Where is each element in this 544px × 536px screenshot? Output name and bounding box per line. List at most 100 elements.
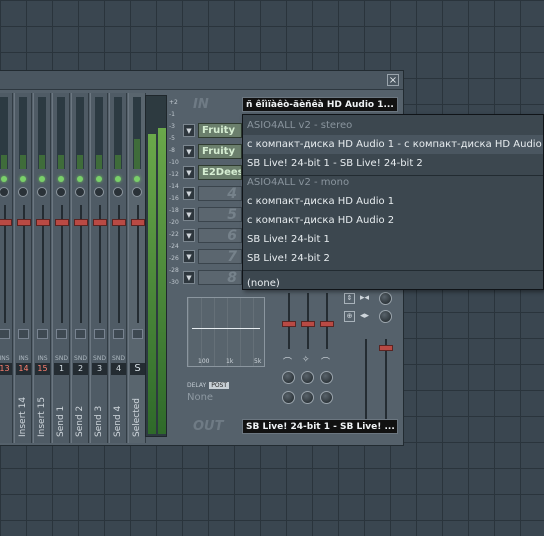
strip-enable-led[interactable] xyxy=(1,176,7,182)
strip-volume-fader[interactable] xyxy=(74,219,88,226)
fx-slot-menu-arrow-icon[interactable]: ▼ xyxy=(183,145,195,158)
mixer-titlebar[interactable]: × xyxy=(0,71,403,90)
save-disk-icon[interactable] xyxy=(37,329,48,339)
strip-volume-fader[interactable] xyxy=(112,219,126,226)
fx-slot-name[interactable]: 7 xyxy=(198,249,242,264)
close-button[interactable]: × xyxy=(387,74,399,86)
eq-band1-bw-knob[interactable] xyxy=(282,391,295,404)
dropdown-item[interactable]: (none) xyxy=(243,274,543,293)
strip-pan-knob[interactable] xyxy=(75,187,85,197)
mixer-strip[interactable]: INS 13 xyxy=(0,93,13,443)
strip-meter xyxy=(95,97,103,169)
save-disk-icon[interactable] xyxy=(113,329,124,339)
fx-slot-menu-arrow-icon[interactable]: ▼ xyxy=(183,250,195,263)
strip-pan-knob[interactable] xyxy=(18,187,28,197)
strip-volume-fader[interactable] xyxy=(36,219,50,226)
fx-slot-menu-arrow-icon[interactable]: ▼ xyxy=(183,166,195,179)
mixer-strip[interactable]: SND 2 Send 2 xyxy=(71,93,89,443)
strip-pan-knob[interactable] xyxy=(132,187,142,197)
delay-value[interactable]: None xyxy=(187,392,239,403)
eq-band2-freq-knob[interactable] xyxy=(301,371,314,384)
strip-enable-led[interactable] xyxy=(77,176,83,182)
fx-slot-name[interactable]: 4 xyxy=(198,186,242,201)
mixer-strip[interactable]: SND 3 Send 3 xyxy=(90,93,108,443)
fx-slot-name[interactable]: Fruity xyxy=(198,123,242,138)
pan-knob[interactable] xyxy=(379,310,392,323)
strip-volume-fader[interactable] xyxy=(93,219,107,226)
eq-freq-low: 100 xyxy=(198,358,210,365)
dropdown-item[interactable]: с компакт-диска HD Audio 1 - с компакт-д… xyxy=(243,135,543,154)
fx-slot-name[interactable]: 6 xyxy=(198,228,242,243)
eq-low-shelf-icon: ⌒ xyxy=(283,358,293,368)
eq-band1-fader[interactable] xyxy=(282,321,296,327)
delay-compensation[interactable]: DELAY POST None xyxy=(187,382,239,408)
fx-slot-menu-arrow-icon[interactable]: ▼ xyxy=(183,271,195,284)
fx-slot-menu-arrow-icon[interactable]: ▼ xyxy=(183,229,195,242)
fx-slot-name[interactable]: E2Dees xyxy=(198,165,242,180)
eq-peak-icon: ✧ xyxy=(302,355,310,365)
eq-band3-fader[interactable] xyxy=(320,321,334,327)
in-label: IN xyxy=(193,97,209,112)
mixer-strip[interactable]: SND 1 Send 1 xyxy=(52,93,70,443)
fx-slot-name[interactable]: Fruity xyxy=(198,144,242,159)
dropdown-item[interactable]: SB Live! 24-bit 1 xyxy=(243,230,543,249)
input-device-dropdown[interactable]: ASIO4ALL v2 - stereo с компакт-диска HD A… xyxy=(242,114,544,290)
mixer-strip[interactable]: INS 14 Insert 14 xyxy=(14,93,32,443)
dropdown-group-header: ASIO4ALL v2 - mono xyxy=(247,177,350,188)
strip-enable-led[interactable] xyxy=(58,176,64,182)
save-disk-icon[interactable] xyxy=(56,329,67,339)
dropdown-item[interactable]: SB Live! 24-bit 1 - SB Live! 24-bit 2 xyxy=(243,154,543,173)
dropdown-item[interactable]: с компакт-диска HD Audio 2 xyxy=(243,211,543,230)
output-device-select[interactable]: SB Live! 24-bit 1 - SB Live! ... xyxy=(242,419,398,434)
fx-slot-menu-arrow-icon[interactable]: ▼ xyxy=(183,124,195,137)
swap-channels-button[interactable]: ⇕ xyxy=(344,293,355,304)
strip-volume-fader[interactable] xyxy=(17,219,31,226)
strip-volume-fader[interactable] xyxy=(55,219,69,226)
strip-pan-knob[interactable] xyxy=(94,187,104,197)
strip-enable-led[interactable] xyxy=(39,176,45,182)
strip-number: 1 xyxy=(54,363,69,375)
eq-graph[interactable]: 100 1k 5k xyxy=(187,297,265,367)
strip-enable-led[interactable] xyxy=(96,176,102,182)
dropdown-item[interactable]: SB Live! 24-bit 2 xyxy=(243,249,543,268)
strip-type-tag: SND xyxy=(74,355,87,362)
save-disk-icon[interactable] xyxy=(132,329,143,339)
mixer-volume-track-right xyxy=(385,339,387,419)
mixer-strip[interactable]: S Selected xyxy=(128,93,146,443)
db-scale-tick: -28 xyxy=(169,267,179,274)
strip-meter xyxy=(19,97,27,169)
strip-volume-fader[interactable] xyxy=(0,219,12,226)
db-scale-tick: -5 xyxy=(169,135,175,142)
fx-slot-menu-arrow-icon[interactable]: ▼ xyxy=(183,208,195,221)
save-disk-icon[interactable] xyxy=(18,329,29,339)
mixer-strip[interactable]: SND 4 Send 4 xyxy=(109,93,127,443)
dropdown-group-header: ASIO4ALL v2 - stereo xyxy=(247,120,353,131)
stereo-separation-knob[interactable] xyxy=(379,292,392,305)
strip-pan-knob[interactable] xyxy=(113,187,123,197)
fx-slot-name[interactable]: 5 xyxy=(198,207,242,222)
strip-enable-led[interactable] xyxy=(20,176,26,182)
db-scale-tick: -10 xyxy=(169,159,179,166)
eq-band3-freq-knob[interactable] xyxy=(320,371,333,384)
save-disk-icon[interactable] xyxy=(0,329,10,339)
strip-pan-knob[interactable] xyxy=(0,187,9,197)
strip-enable-led[interactable] xyxy=(115,176,121,182)
strip-pan-knob[interactable] xyxy=(56,187,66,197)
eq-band2-fader[interactable] xyxy=(301,321,315,327)
mixer-volume-fader[interactable] xyxy=(379,345,393,351)
strip-enable-led[interactable] xyxy=(134,176,140,182)
eq-band3-bw-knob[interactable] xyxy=(320,391,333,404)
dropdown-item[interactable]: с компакт-диска HD Audio 1 xyxy=(243,192,543,211)
strip-pan-knob[interactable] xyxy=(37,187,47,197)
post-label[interactable]: POST xyxy=(209,382,230,389)
save-disk-icon[interactable] xyxy=(94,329,105,339)
mixer-strip[interactable]: INS 15 Insert 15 xyxy=(33,93,51,443)
fx-slot-name[interactable]: 8 xyxy=(198,270,242,285)
save-disk-icon[interactable] xyxy=(75,329,86,339)
eq-band2-bw-knob[interactable] xyxy=(301,391,314,404)
fx-slot-menu-arrow-icon[interactable]: ▼ xyxy=(183,187,195,200)
eq-band1-freq-knob[interactable] xyxy=(282,371,295,384)
input-device-select[interactable]: ñ êîìïàêò-äèñêà HD Audio 1... xyxy=(242,97,398,112)
reverse-polarity-button[interactable]: ⊕ xyxy=(344,311,355,322)
strip-volume-fader[interactable] xyxy=(131,219,145,226)
